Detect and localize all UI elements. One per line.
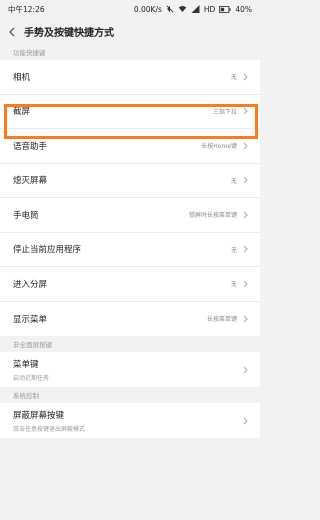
wifi-icon [178,5,187,13]
chevron-right-icon [243,417,248,425]
back-arrow-icon [8,22,16,41]
list-item-stop-app[interactable]: 停止当前应用程序 无 [0,233,260,267]
item-label: 屏蔽屏幕按键 [13,410,65,421]
item-label: 显示菜单 [13,314,48,325]
list-item-screenshot[interactable]: 截屏 三指下拉 [0,95,260,129]
item-label: 相机 [13,72,31,83]
item-label: 熄灭屏幕 [13,176,48,187]
status-time: 中午12:26 [8,4,45,14]
chevron-right-icon [243,107,248,115]
battery-percent: 40% [235,4,252,14]
list-item-split-screen[interactable]: 进入分屏 无 [0,267,260,302]
list-item-show-menu[interactable]: 显示菜单 长按菜单键 [0,302,260,337]
item-subtitle: 启动近期任务 [13,374,50,382]
item-label: 停止当前应用程序 [13,245,82,256]
item-value: 三指下拉 [212,108,237,116]
header: 手势及按键快捷方式 [0,18,260,44]
page-title: 手势及按键快捷方式 [24,27,114,39]
chevron-right-icon [243,176,248,184]
item-subtitle: 双击任意按键退出屏蔽模式 [13,425,86,433]
item-value: 长按菜单键 [206,316,237,324]
battery-icon [219,5,231,13]
list-item-block-screen-keys[interactable]: 屏蔽屏幕按键 双击任意按键退出屏蔽模式 [0,403,260,438]
list-item-camera[interactable]: 相机 无 [0,60,260,95]
item-label: 语音助手 [13,141,48,152]
list-item-screen-off[interactable]: 熄灭屏幕 无 [0,164,260,198]
chevron-right-icon [243,245,248,253]
chevron-right-icon [243,211,248,219]
section-title-non-fullscreen-keys: 非全面屏按键 [13,341,52,349]
item-value: 无 [230,281,237,289]
chevron-right-icon [243,280,248,288]
item-label: 进入分屏 [13,279,48,290]
chevron-right-icon [243,73,248,81]
item-value: 长按Home键 [201,143,237,151]
item-label: 菜单键 [13,359,39,370]
list-item-voice-assistant[interactable]: 语音助手 长按Home键 [0,129,260,164]
item-label: 手电筒 [13,210,39,221]
item-value: 无 [230,177,237,185]
section-title-system-control: 系统控制 [13,392,39,400]
status-bar: 中午12:26 0.00K/s HD 40% [0,0,260,18]
non-fullscreen-key-list: 菜单键 启动近期任务 [0,352,260,387]
network-type: HD [203,4,216,14]
shortcut-list: 相机 无 截屏 三指下拉 语音助手 长按Home键 熄灭屏幕 无 手电筒 锁屏时… [0,60,260,336]
chevron-right-icon [243,315,248,323]
item-value: 无 [230,246,237,254]
item-value: 无 [230,74,237,82]
list-item-menu-key[interactable]: 菜单键 启动近期任务 [0,352,260,387]
item-value: 锁屏时长按菜单键 [188,212,237,220]
item-label: 截屏 [13,107,31,118]
silent-icon [166,5,174,13]
status-icons: 0.00K/s HD 40% [134,5,252,14]
chevron-right-icon [243,366,248,374]
signal-icon [191,5,200,13]
section-title-shortcuts: 功能快捷键 [13,49,46,57]
network-speed: 0.00K/s [133,4,162,14]
back-button[interactable] [0,22,24,41]
list-item-flashlight[interactable]: 手电筒 锁屏时长按菜单键 [0,198,260,233]
system-control-list: 屏蔽屏幕按键 双击任意按键退出屏蔽模式 [0,403,260,438]
chevron-right-icon [243,142,248,150]
